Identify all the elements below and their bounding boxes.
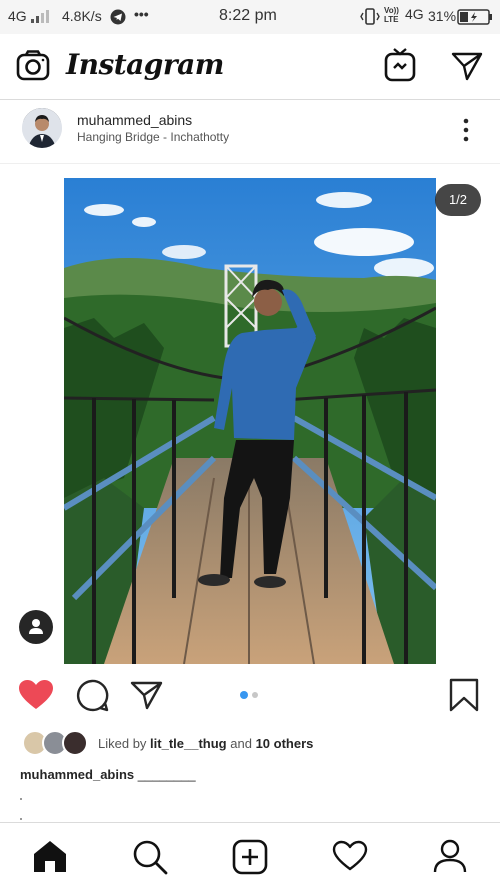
likes-prefix: Liked by bbox=[98, 736, 147, 751]
caption: muhammed_abins ________ bbox=[20, 767, 196, 782]
avatar[interactable] bbox=[22, 108, 62, 148]
volte-label: Vo)) LTE bbox=[384, 6, 399, 24]
paper-plane-icon[interactable] bbox=[451, 51, 483, 81]
more-notifications: ••• bbox=[134, 6, 149, 22]
search-icon[interactable] bbox=[132, 839, 168, 875]
add-post-icon[interactable] bbox=[232, 839, 268, 875]
likes-suffix: and bbox=[230, 736, 252, 751]
heart-icon[interactable] bbox=[18, 679, 54, 711]
likes-others[interactable]: 10 others bbox=[256, 736, 314, 751]
clock: 8:22 pm bbox=[219, 7, 277, 24]
battery-percent: 31% bbox=[428, 8, 457, 24]
more-vertical-icon[interactable] bbox=[458, 116, 474, 144]
network2-label: 4G bbox=[405, 6, 424, 22]
carousel-dot-active bbox=[240, 691, 248, 699]
liker-avatar bbox=[62, 730, 88, 756]
paper-plane-icon[interactable] bbox=[130, 680, 164, 710]
post-location[interactable]: Hanging Bridge - Inchathotty bbox=[77, 130, 229, 144]
action-bar bbox=[0, 670, 500, 720]
comment-icon[interactable] bbox=[75, 679, 109, 713]
carousel-dot bbox=[252, 692, 258, 698]
battery-icon bbox=[457, 9, 492, 25]
camera-icon[interactable] bbox=[16, 50, 50, 82]
app-title: Instagram bbox=[66, 48, 224, 81]
profile-icon[interactable] bbox=[432, 838, 468, 874]
page-indicator: 1/2 bbox=[435, 184, 481, 216]
post-username[interactable]: muhammed_abins bbox=[77, 112, 192, 128]
caption-text: ________ bbox=[137, 767, 196, 782]
caption-dot bbox=[20, 798, 22, 800]
bottom-nav bbox=[0, 822, 500, 889]
heart-outline-icon[interactable] bbox=[332, 840, 368, 872]
network-speed: 4.8K/s bbox=[62, 8, 102, 24]
post-photo[interactable] bbox=[64, 178, 436, 664]
signal-icon bbox=[31, 10, 49, 23]
telegram-icon bbox=[110, 9, 126, 25]
user-tag-icon bbox=[29, 619, 43, 634]
igtv-icon[interactable] bbox=[384, 47, 416, 83]
caption-dot bbox=[20, 818, 22, 820]
user-tag-button[interactable] bbox=[19, 610, 53, 644]
likes-row[interactable]: Liked by lit_tle__thug and 10 others bbox=[0, 730, 500, 758]
bookmark-icon[interactable] bbox=[448, 678, 480, 712]
app-header: Instagram bbox=[0, 34, 500, 100]
home-icon[interactable] bbox=[32, 839, 68, 873]
likes-summary[interactable]: Liked by lit_tle__thug and 10 others bbox=[98, 736, 313, 751]
post-header: muhammed_abins Hanging Bridge - Inchatho… bbox=[0, 100, 500, 164]
status-bar: 4G 4.8K/s ••• 8:22 pm Vo)) LTE 4G 31% bbox=[0, 0, 500, 34]
caption-username[interactable]: muhammed_abins bbox=[20, 767, 134, 782]
vibrate-icon bbox=[360, 8, 380, 25]
carousel-dots bbox=[238, 690, 268, 700]
network-label: 4G bbox=[8, 8, 27, 24]
likes-user[interactable]: lit_tle__thug bbox=[150, 736, 227, 751]
